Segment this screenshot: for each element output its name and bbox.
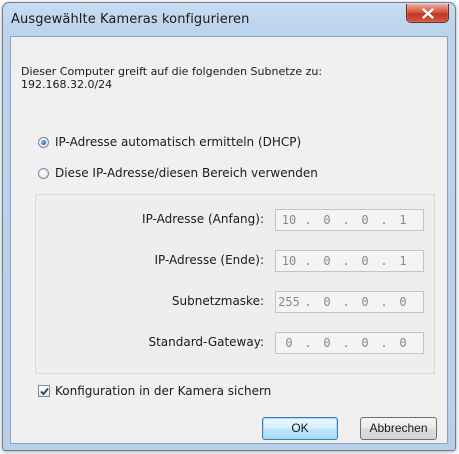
close-button[interactable]: [406, 4, 449, 23]
dhcp-radio[interactable]: [38, 136, 49, 148]
ip-octet[interactable]: 0: [314, 295, 340, 309]
ip-octet[interactable]: 0: [390, 336, 416, 350]
subnet-info: Dieser Computer greift auf die folgenden…: [21, 65, 322, 91]
ip-settings-group: IP-Adresse (Anfang): 10. 0. 0. 1 IP-Adre…: [35, 194, 435, 374]
ip-octet[interactable]: 255: [276, 295, 302, 309]
ip-octet[interactable]: 0: [352, 213, 378, 227]
ok-button[interactable]: OK: [262, 417, 338, 440]
ip-octet[interactable]: 0: [352, 295, 378, 309]
dialog-window: Ausgewählte Kameras konfigurieren Dieser…: [2, 2, 456, 451]
ip-end-label: IP-Adresse (Ende):: [154, 253, 264, 267]
ip-octet[interactable]: 0: [314, 336, 340, 350]
subnet-value: 192.168.32.0/24: [21, 78, 113, 91]
save-config-label: Konfiguration in der Kamera sichern: [55, 384, 272, 398]
save-config-checkbox[interactable]: [38, 385, 50, 397]
ip-start-field[interactable]: 10. 0. 0. 1: [275, 209, 424, 231]
gateway-field[interactable]: 0. 0. 0. 0: [275, 332, 424, 354]
ip-octet[interactable]: 0: [352, 336, 378, 350]
cancel-button[interactable]: Abbrechen: [360, 417, 437, 440]
ip-end-field[interactable]: 10. 0. 0. 1: [275, 250, 424, 272]
subnet-mask-row: Subnetzmaske: 255. 0. 0. 0: [36, 291, 434, 313]
subnet-mask-label: Subnetzmaske:: [171, 294, 264, 308]
ip-start-row: IP-Adresse (Anfang): 10. 0. 0. 1: [36, 209, 434, 231]
static-ip-radio-option[interactable]: Diese IP-Adresse/diesen Bereich verwende…: [38, 165, 318, 181]
static-ip-radio[interactable]: [38, 167, 49, 179]
dhcp-radio-label: IP-Adresse automatisch ermitteln (DHCP): [55, 135, 302, 149]
ip-octet[interactable]: 10: [276, 254, 302, 268]
gateway-row: Standard-Gateway: 0. 0. 0. 0: [36, 332, 434, 354]
subnet-mask-field[interactable]: 255. 0. 0. 0: [275, 291, 424, 313]
title-bar[interactable]: Ausgewählte Kameras konfigurieren: [3, 3, 455, 37]
static-ip-radio-label: Diese IP-Adresse/diesen Bereich verwende…: [55, 166, 318, 180]
gateway-label: Standard-Gateway:: [148, 335, 264, 349]
ip-octet[interactable]: 10: [276, 213, 302, 227]
window-title: Ausgewählte Kameras konfigurieren: [11, 12, 250, 27]
checkmark-icon: [40, 387, 49, 396]
ip-octet[interactable]: 1: [390, 213, 416, 227]
ip-octet[interactable]: 0: [352, 254, 378, 268]
ip-octet[interactable]: 0: [276, 336, 302, 350]
ip-end-row: IP-Adresse (Ende): 10. 0. 0. 1: [36, 250, 434, 272]
save-config-option[interactable]: Konfiguration in der Kamera sichern: [38, 383, 271, 399]
close-icon: [422, 8, 434, 19]
ip-octet[interactable]: 0: [314, 213, 340, 227]
dialog-body: Dieser Computer greift auf die folgenden…: [10, 36, 448, 444]
subnet-info-text: Dieser Computer greift auf die folgenden…: [21, 65, 323, 78]
dhcp-radio-option[interactable]: IP-Adresse automatisch ermitteln (DHCP): [38, 134, 301, 150]
ip-octet[interactable]: 1: [390, 254, 416, 268]
ip-start-label: IP-Adresse (Anfang):: [142, 212, 264, 226]
ip-octet[interactable]: 0: [390, 295, 416, 309]
ip-octet[interactable]: 0: [314, 254, 340, 268]
